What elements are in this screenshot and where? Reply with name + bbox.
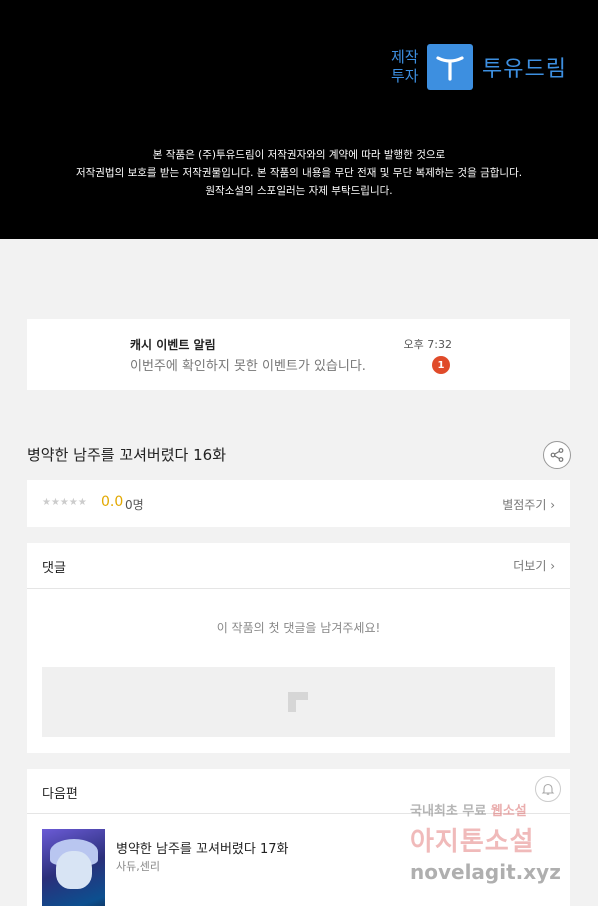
rate-button[interactable]: 별점주기 › — [502, 496, 555, 513]
share-icon — [550, 448, 564, 462]
comments-title: 댓글 — [42, 561, 66, 576]
share-button[interactable] — [543, 441, 571, 469]
bell-icon — [541, 783, 555, 795]
publisher-brand: 제작 투자 투유드림 — [391, 44, 567, 90]
episode-title: 병약한 남주를 꼬셔버렸다 16화 — [27, 446, 226, 464]
copyright-notice: 본 작품은 (주)투유드림이 저작권자와의 계약에 따라 발행한 것으로 저작권… — [0, 146, 598, 200]
comments-section: 댓글 더보기 › 이 작품의 첫 댓글을 남겨주세요! — [27, 543, 570, 753]
notification-time: 오후 7:32 — [403, 338, 452, 351]
rating-bar: ★★★★★ 0.0 0명 별점주기 › — [27, 480, 570, 527]
brand-tagline-line2: 투자 — [391, 67, 419, 85]
notification-title: 캐시 이벤트 알림 — [130, 338, 216, 352]
next-episode-title[interactable]: 병약한 남주를 꼬셔버렸다 17화 — [116, 838, 288, 857]
next-episode-author: 사듀,센리 — [116, 860, 160, 873]
watermark-line-1-b: 웹소설 — [490, 804, 527, 819]
comment-input-box[interactable] — [42, 667, 555, 737]
watermark-line-1-a: 국내최초 무료 — [410, 804, 487, 819]
watermark-line-2: 아지톤소설 — [410, 827, 535, 857]
event-notification[interactable]: 캐시 이벤트 알림 이번주에 확인하지 못한 이벤트가 있습니다. 오후 7:3… — [27, 319, 570, 390]
publisher-header: 제작 투자 투유드림 본 작품은 (주)투유드림이 저작권자와의 계약에 따라 … — [0, 0, 598, 239]
notification-badge: 1 — [432, 356, 450, 374]
rating-stars: ★★★★★ — [42, 497, 87, 508]
tudream-logo-icon — [427, 44, 473, 90]
rating-count: 0명 — [125, 498, 144, 512]
thumbnail-face — [56, 851, 92, 889]
brand-tagline-line1: 제작 — [391, 48, 419, 66]
bell-button[interactable] — [535, 776, 561, 802]
image-placeholder-icon — [288, 692, 308, 712]
notice-line-2: 저작권법의 보호를 받는 저작권물입니다. 본 작품의 내용을 무단 전재 및 … — [75, 167, 523, 179]
next-episode-heading: 다음편 — [42, 787, 78, 802]
comments-empty-message: 이 작품의 첫 댓글을 남겨주세요! — [216, 621, 381, 635]
brand-name: 투유드림 — [482, 57, 567, 82]
watermark-line-1: 국내최초 무료 웹소설 — [410, 800, 580, 819]
comments-more-link[interactable]: 더보기 › — [513, 557, 555, 574]
notice-line-3: 원작소설의 스포일러는 자제 부탁드립니다. — [205, 185, 393, 197]
brand-tagline: 제작 투자 — [391, 48, 425, 86]
notification-message: 이번주에 확인하지 못한 이벤트가 있습니다. — [130, 359, 366, 374]
notice-line-1: 본 작품은 (주)투유드림이 저작권자와의 계약에 따라 발행한 것으로 — [152, 149, 446, 161]
site-watermark: 국내최초 무료 웹소설 아지톤소설 novelagit.xyz — [410, 800, 580, 884]
watermark-line-3: novelagit.xyz — [410, 860, 561, 884]
divider — [27, 588, 570, 589]
next-episode-thumbnail[interactable] — [42, 829, 105, 906]
rating-score: 0.0 — [101, 494, 124, 510]
